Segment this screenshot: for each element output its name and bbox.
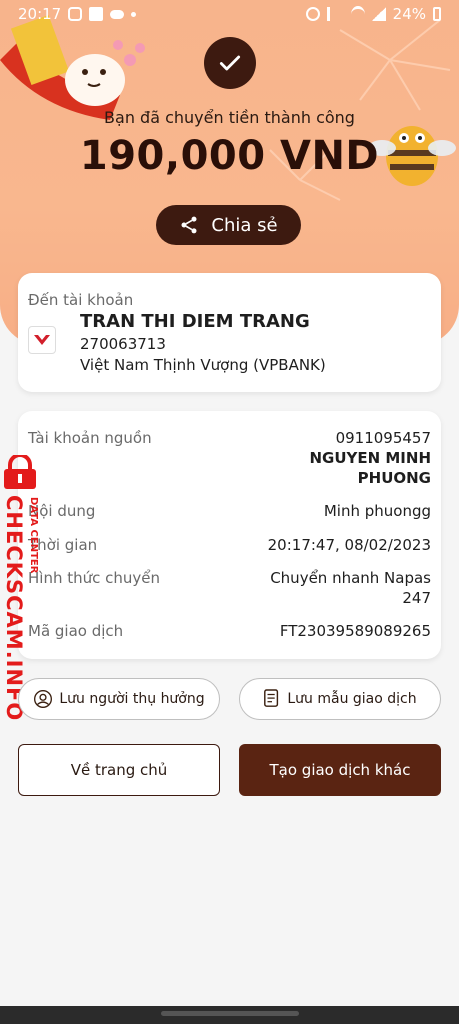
save-template-label: Lưu mẫu giao dịch (287, 691, 417, 707)
app-icon (89, 7, 104, 21)
user-circle-icon (34, 690, 53, 708)
transfer-method-line1: Chuyển nhanh Napas (270, 569, 431, 587)
save-beneficiary-button[interactable]: Lưu người thụ hưởng (18, 678, 220, 720)
battery-icon (433, 7, 441, 21)
success-check-icon (204, 37, 256, 89)
status-time: 20:17 (18, 5, 62, 23)
watermark-subtext: DATA CENTER (28, 497, 39, 574)
share-icon (181, 216, 197, 234)
save-template-button[interactable]: Lưu mẫu giao dịch (239, 678, 441, 720)
source-account-name-line2: PHUONG (357, 469, 431, 487)
wifi-icon (350, 5, 365, 23)
new-transaction-button[interactable]: Tạo giao dịch khác (239, 744, 441, 796)
recipient-card: Đến tài khoản TRAN THI DIEM TRANG 270063… (18, 273, 441, 392)
source-account-number: 0911095457 (335, 429, 431, 447)
document-icon (264, 689, 279, 707)
transfer-amount: 190,000 VND (79, 133, 380, 179)
alarm-icon (305, 7, 320, 21)
signal-icon (371, 7, 386, 21)
recipient-label: Đến tài khoản (28, 291, 134, 309)
transaction-id-value: FT23039589089265 (279, 622, 431, 640)
home-button[interactable]: Về trang chủ (18, 744, 220, 796)
time-value: 20:17:47, 08/02/2023 (267, 536, 431, 554)
transaction-details-card: Tài khoản nguồn 0911095457 NGUYEN MINH P… (18, 411, 441, 659)
vpbank-logo-icon (28, 326, 56, 354)
save-beneficiary-label: Lưu người thụ hưởng (59, 691, 205, 707)
mute-icon (326, 7, 344, 21)
home-indicator[interactable] (161, 1011, 299, 1016)
success-message: Bạn đã chuyển tiền thành công (104, 108, 355, 127)
transfer-method-line2: 247 (402, 589, 431, 607)
source-account-label: Tài khoản nguồn (28, 429, 152, 447)
source-account-name-line1: NGUYEN MINH (309, 449, 431, 467)
instagram-icon (68, 7, 83, 21)
recipient-name: TRAN THI DIEM TRANG (80, 311, 310, 332)
share-label: Chia sẻ (211, 214, 278, 236)
share-button[interactable]: Chia sẻ (156, 205, 301, 245)
dot-icon (131, 11, 137, 17)
recipient-account: 270063713 (80, 335, 166, 353)
content-value: Minh phuongg (323, 502, 431, 520)
recipient-bank: Việt Nam Thịnh Vượng (VPBANK) (80, 356, 326, 374)
battery-text: 24% (392, 5, 426, 23)
lock-icon (4, 455, 36, 489)
cloud-icon (110, 9, 125, 19)
status-bar: 20:17 24% (0, 0, 459, 28)
